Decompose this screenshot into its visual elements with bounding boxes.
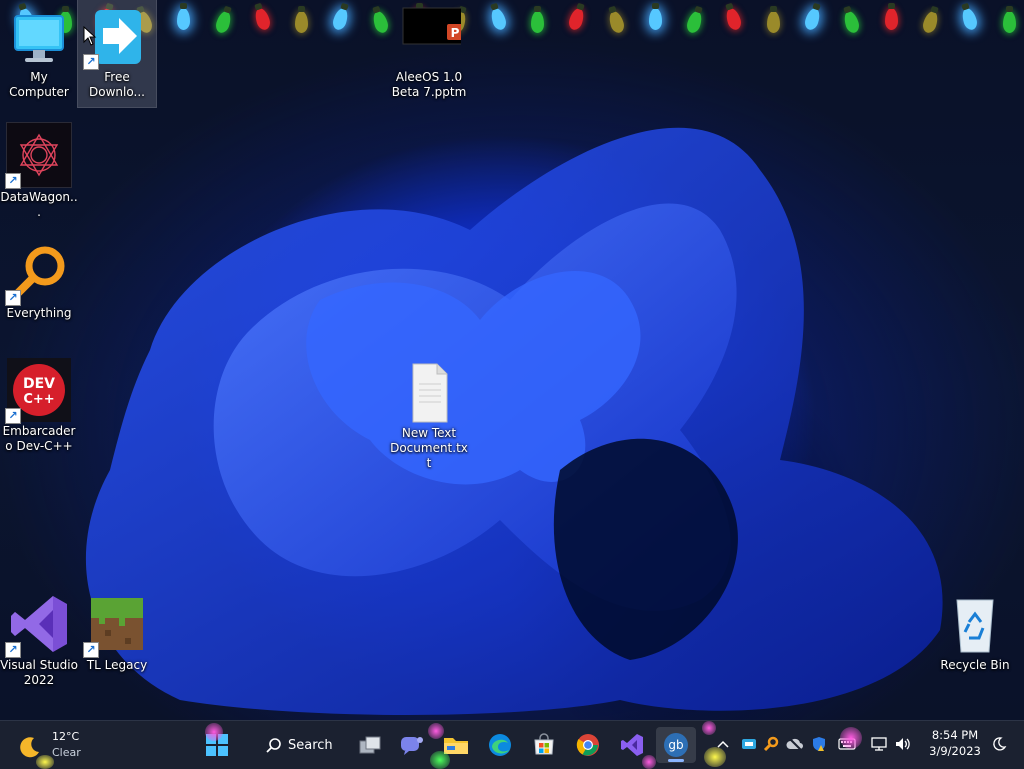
visual-studio-button[interactable]: [614, 727, 650, 763]
light-bulb: [488, 6, 508, 32]
powerpoint-file-icon: P: [397, 4, 466, 68]
desktop-icon-aleeos-pptm[interactable]: P AleeOS 1.0 Beta 7.pptm: [390, 0, 468, 100]
app-tray-icon[interactable]: [740, 735, 758, 753]
desktop-icon-label: Embarcadero Dev-C++: [2, 424, 76, 453]
light-bulb: [177, 3, 191, 30]
clock[interactable]: 8:54 PM 3/9/2023: [920, 727, 990, 763]
edge-icon: [489, 734, 511, 756]
shortcut-arrow-icon: ↗: [5, 408, 21, 424]
clock-time: 8:54 PM: [931, 728, 979, 742]
everything-tray-icon[interactable]: [762, 735, 780, 753]
teams-chat-button[interactable]: [394, 727, 430, 763]
light-bulb: [331, 6, 351, 32]
dev-cpp-icon: DEV C++ ↗: [5, 358, 71, 424]
clock-date: 3/9/2023: [929, 744, 981, 758]
desktop-icon-label: My Computer: [9, 70, 69, 99]
shortcut-arrow-icon: ↗: [5, 173, 21, 189]
visual-studio-icon: [621, 734, 643, 756]
chrome-icon: [576, 734, 599, 756]
light-bulb: [802, 6, 823, 32]
chevron-up-icon[interactable]: [714, 735, 732, 753]
light-bulb: [842, 9, 862, 35]
edge-button[interactable]: [482, 727, 518, 763]
weather-temp: 12°C: [52, 730, 80, 743]
mouse-pointer-icon: [83, 26, 97, 46]
file-explorer-button[interactable]: [438, 727, 474, 763]
desktop-icon-label: Everything: [6, 306, 72, 320]
desktop-icon-label: DataWagon...: [0, 190, 78, 219]
minecraft-grass-block-icon: ↗: [83, 592, 149, 658]
security-icon[interactable]: [810, 735, 828, 753]
desktop-icon-label: New Text Document.txt: [390, 426, 468, 470]
light-bulb: [685, 9, 705, 35]
visual-studio-icon: ↗: [5, 592, 71, 658]
desktop-icon-free-download-manager[interactable]: ↗ Free Downlo...: [77, 0, 157, 108]
text-file-icon: [397, 360, 461, 424]
svg-text:P: P: [451, 26, 460, 40]
desktop-icon-tl-legacy[interactable]: ↗ TL Legacy: [78, 588, 156, 673]
svg-text:C++: C++: [23, 392, 54, 407]
svg-text:DEV: DEV: [23, 376, 55, 392]
keyboard-icon[interactable]: [838, 735, 856, 753]
weather-condition: Clear: [52, 746, 81, 759]
cloud-offline-icon[interactable]: [786, 735, 804, 753]
weather-widget[interactable]: 12°C Clear: [16, 729, 96, 763]
desktop-icon-label: Visual Studio 2022: [0, 658, 78, 687]
store-icon: [534, 733, 554, 755]
monitor-icon: [7, 4, 71, 68]
light-bulb: [960, 6, 980, 32]
datawagon-icon: ↗: [5, 122, 72, 189]
sparkle-decoration: [702, 721, 716, 735]
desktop-icon-label: AleeOS 1.0 Beta 7.pptm: [391, 70, 467, 99]
store-button[interactable]: [526, 727, 562, 763]
gb-icon: gb: [664, 733, 688, 757]
light-bulb: [884, 3, 898, 30]
search-label: Search: [288, 737, 333, 753]
desktop-icon-recycle-bin[interactable]: Recycle Bin: [936, 588, 1014, 673]
moon-icon: [20, 737, 39, 758]
light-bulb: [920, 9, 940, 35]
light-bulb: [724, 6, 744, 32]
light-bulb: [567, 6, 587, 32]
moon-focus-icon[interactable]: [990, 735, 1008, 753]
windows-icon: [206, 734, 228, 756]
light-bulb: [213, 9, 233, 35]
task-view-button[interactable]: [352, 727, 388, 763]
desktop-icon-label: TL Legacy: [86, 658, 148, 672]
chrome-button[interactable]: [570, 727, 606, 763]
desktop-icon-dev-cpp[interactable]: DEV C++ ↗ Embarcadero Dev-C++: [0, 354, 78, 454]
folder-icon: [444, 738, 468, 754]
desktop-icon-my-computer[interactable]: My Computer: [0, 0, 78, 100]
taskbar: 12°C Clear Search gb 8:54 PM 3/9/2023: [0, 720, 1024, 769]
network-icon[interactable]: [870, 735, 888, 753]
search-button[interactable]: Search: [256, 727, 336, 763]
light-bulb: [648, 3, 662, 30]
light-bulb: [252, 6, 272, 32]
light-bulb: [1002, 6, 1016, 33]
light-bulb: [530, 6, 544, 33]
start-button[interactable]: [198, 727, 236, 763]
gb-app-button[interactable]: gb: [656, 727, 696, 763]
light-bulb: [295, 6, 309, 33]
light-bulb: [370, 9, 390, 35]
desktop-icon-label: Free Downlo...: [89, 70, 145, 99]
recycle-bin-icon: [943, 592, 1007, 656]
desktop-icon-visual-studio[interactable]: ↗ Visual Studio 2022: [0, 588, 78, 688]
light-bulb: [606, 9, 626, 35]
shortcut-arrow-icon: ↗: [83, 642, 99, 658]
shortcut-arrow-icon: ↗: [83, 54, 99, 70]
search-icon: [266, 738, 281, 753]
desktop-icon-new-text-document[interactable]: New Text Document.txt: [390, 356, 468, 471]
volume-icon[interactable]: [894, 735, 912, 753]
desktop-icon-datawagon[interactable]: ↗ DataWagon...: [0, 118, 78, 220]
light-bulb: [766, 6, 780, 33]
shortcut-arrow-icon: ↗: [5, 642, 21, 658]
task-view-icon: [359, 736, 381, 754]
shortcut-arrow-icon: ↗: [5, 290, 21, 306]
magnifier-icon: ↗: [5, 240, 71, 306]
desktop-icon-everything[interactable]: ↗ Everything: [0, 236, 78, 321]
desktop-icon-label: Recycle Bin: [940, 658, 1010, 672]
chat-icon: [401, 737, 423, 755]
